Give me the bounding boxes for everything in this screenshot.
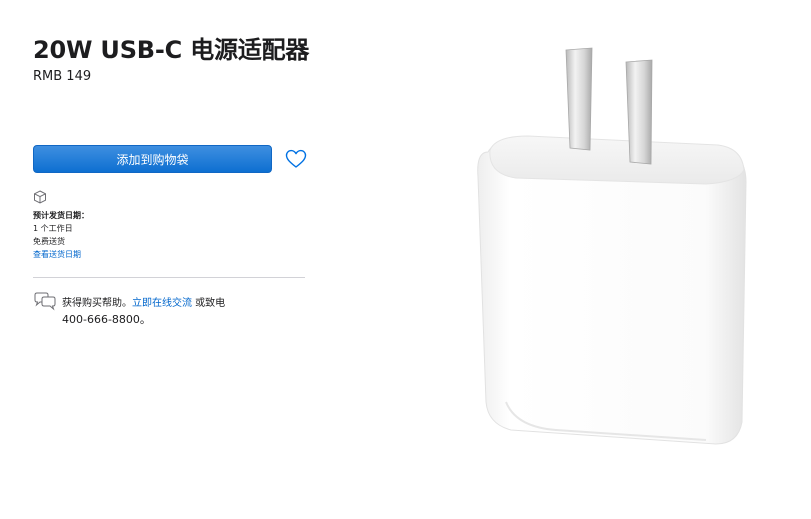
product-price: RMB 149 <box>33 69 92 84</box>
chat-icon <box>34 292 56 311</box>
delivery-label: 预计发货日期： <box>33 211 89 220</box>
purchase-help: 获得购买帮助。立即在线交流 或致电 400-666-8800。 <box>62 296 225 328</box>
delivery-days: 1 个工作日 <box>33 224 73 233</box>
product-image <box>477 47 747 445</box>
help-suffix: 或致电 <box>192 298 226 309</box>
view-delivery-dates-link[interactable]: 查看送货日期 <box>33 248 89 261</box>
product-page: 20W USB-C 电源适配器 RMB 149 添加到购物袋 预计发货日期： 1… <box>0 0 811 519</box>
divider <box>33 277 305 278</box>
help-phone: 400-666-8800。 <box>62 313 151 326</box>
delivery-info: 预计发货日期： 1 个工作日 免费送货 查看送货日期 <box>33 209 89 261</box>
add-to-bag-button[interactable]: 添加到购物袋 <box>33 145 272 173</box>
product-title: 20W USB-C 电源适配器 <box>33 36 310 64</box>
chat-now-link[interactable]: 立即在线交流 <box>132 298 192 309</box>
help-prefix: 获得购买帮助。 <box>62 298 132 309</box>
free-shipping-text: 免费送货 <box>33 237 65 246</box>
favorite-heart-icon[interactable] <box>285 149 307 169</box>
box-icon <box>34 190 46 204</box>
